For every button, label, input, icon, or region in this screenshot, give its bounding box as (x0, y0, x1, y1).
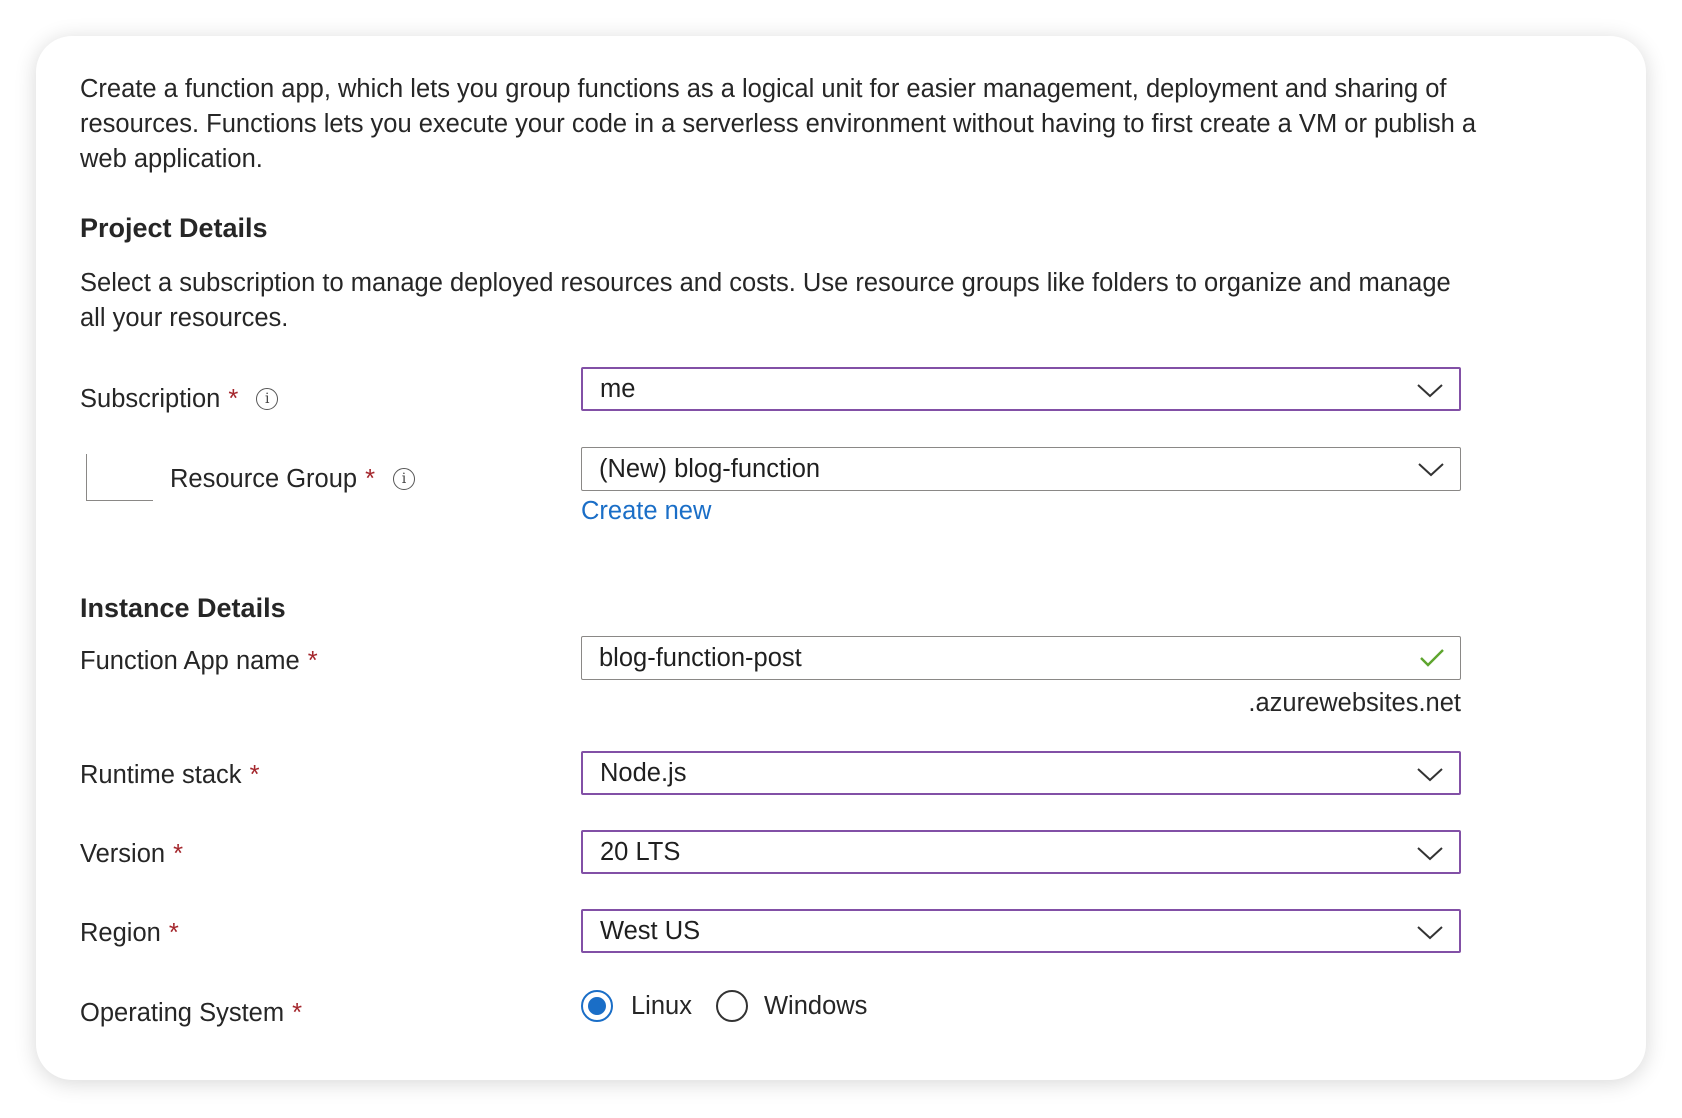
runtime-label: Runtime stack (80, 760, 242, 789)
resource-group-label: Resource Group (170, 464, 358, 493)
required-asterisk: * (307, 646, 318, 675)
app-name-label: Function App name (80, 646, 300, 675)
os-label-row: Operating System * (80, 993, 302, 1033)
runtime-label-row: Runtime stack * (80, 755, 260, 795)
radio-linux[interactable] (581, 990, 613, 1022)
version-label: Version (80, 839, 166, 868)
function-app-name-input[interactable]: blog-function-post (581, 636, 1461, 680)
radio-windows-label[interactable]: Windows (764, 992, 867, 1021)
required-asterisk: * (292, 998, 303, 1027)
chevron-down-icon (1417, 384, 1443, 398)
create-function-app-panel: Create a function app, which lets you gr… (36, 36, 1646, 1080)
resource-group-label-row: Resource Group * i (170, 459, 416, 499)
required-asterisk: * (228, 384, 239, 413)
radio-selected-dot (588, 997, 606, 1015)
runtime-stack-value: Node.js (600, 758, 687, 787)
instance-details-heading: Instance Details (80, 593, 286, 623)
info-icon[interactable]: i (393, 468, 416, 490)
app-name-label-row: Function App name * (80, 641, 318, 681)
version-dropdown[interactable]: 20 LTS (581, 830, 1461, 874)
version-label-row: Version * (80, 834, 183, 874)
required-asterisk: * (168, 918, 179, 947)
chevron-down-icon (1417, 847, 1443, 861)
region-value: West US (600, 916, 701, 945)
os-label: Operating System (80, 998, 285, 1027)
chevron-down-icon (1417, 926, 1443, 940)
resource-group-value: (New) blog-function (599, 454, 821, 483)
os-radio-group: Linux Windows (581, 986, 867, 1026)
region-label-row: Region * (80, 913, 179, 953)
create-new-link[interactable]: Create new (581, 497, 711, 526)
region-dropdown[interactable]: West US (581, 909, 1461, 953)
subscription-label-row: Subscription * i (80, 379, 279, 419)
domain-suffix: .azurewebsites.net (1248, 689, 1461, 717)
info-icon[interactable]: i (256, 388, 279, 410)
subscription-dropdown[interactable]: me (581, 367, 1461, 411)
region-label: Region (80, 918, 161, 947)
radio-windows[interactable] (715, 990, 748, 1022)
subscription-value: me (600, 374, 636, 403)
checkmark-icon (1420, 649, 1444, 667)
required-asterisk: * (249, 760, 260, 789)
function-app-name-value: blog-function-post (599, 643, 802, 672)
project-details-heading: Project Details (80, 213, 268, 243)
required-asterisk: * (365, 464, 376, 493)
radio-linux-label[interactable]: Linux (631, 992, 692, 1021)
chevron-down-icon (1417, 768, 1443, 782)
intro-text: Create a function app, which lets you gr… (80, 75, 1477, 173)
runtime-stack-dropdown[interactable]: Node.js (581, 751, 1461, 795)
tree-connector (86, 454, 153, 501)
required-asterisk: * (173, 839, 183, 868)
chevron-down-icon (1418, 463, 1444, 477)
subscription-label: Subscription (80, 384, 221, 413)
resource-group-dropdown[interactable]: (New) blog-function (581, 447, 1461, 491)
version-value: 20 LTS (600, 837, 681, 866)
project-details-description: Select a subscription to manage deployed… (80, 269, 1451, 332)
